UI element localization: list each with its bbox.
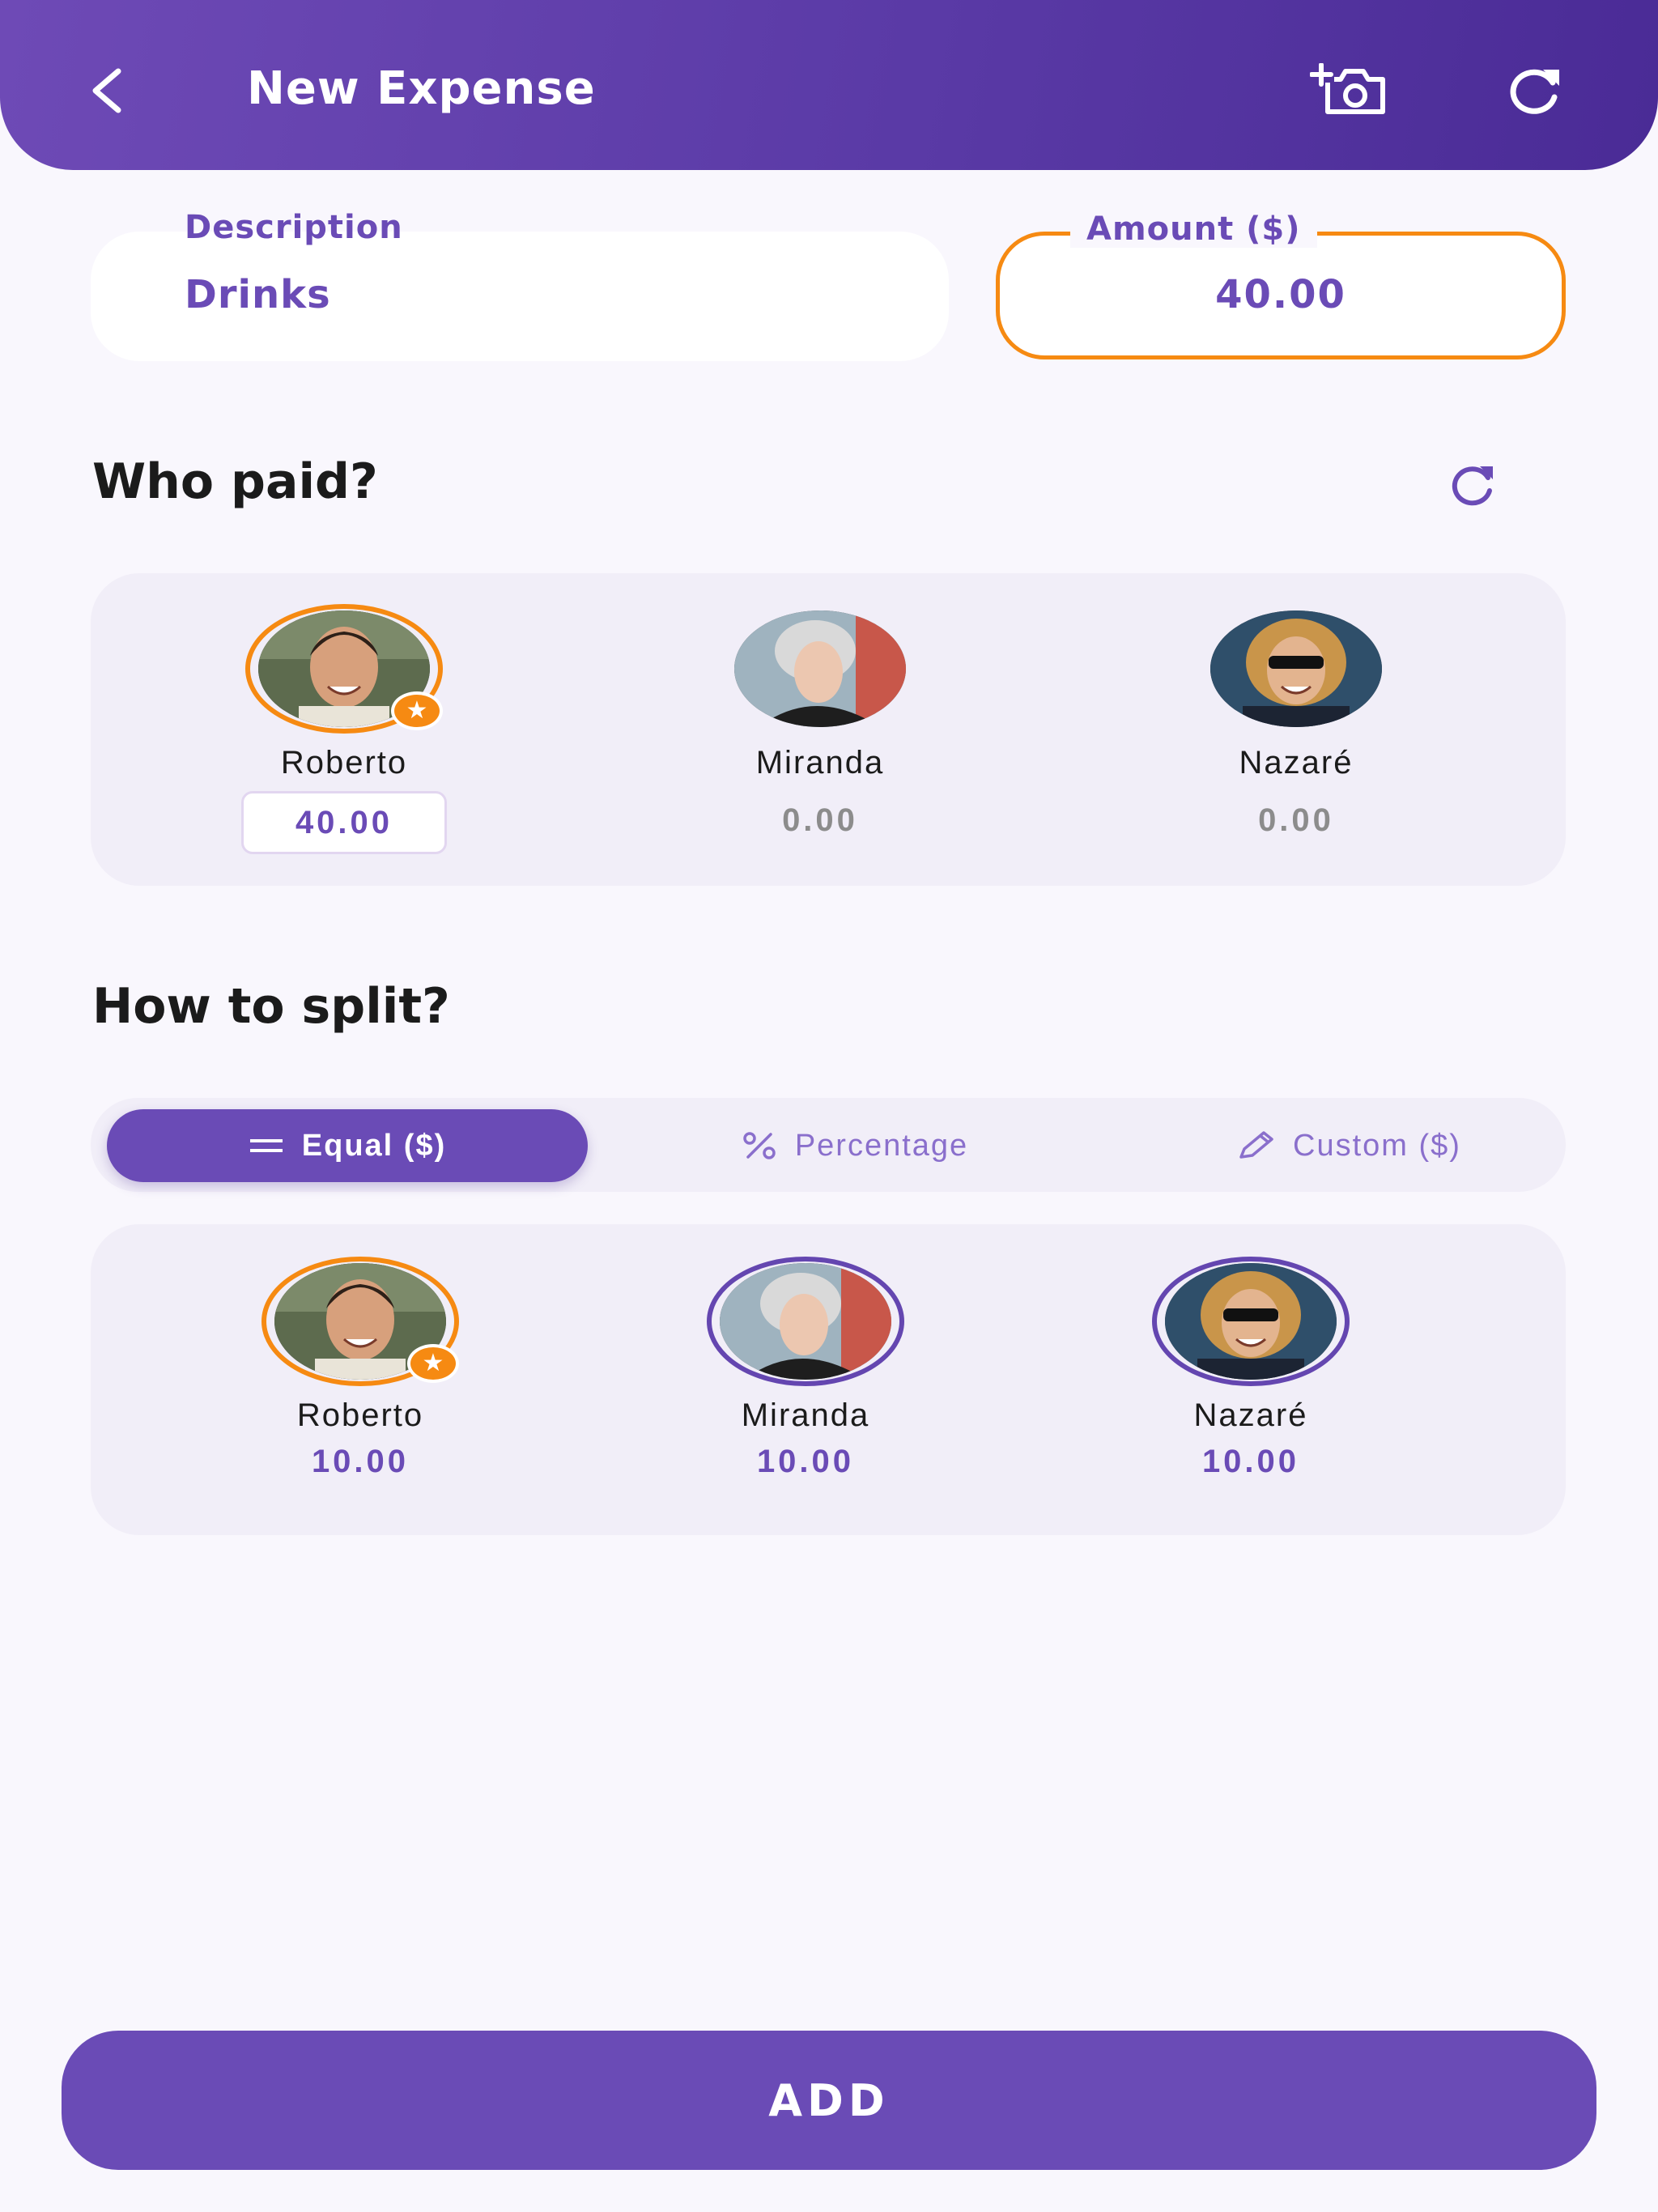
- payer-name: Miranda: [755, 745, 885, 781]
- tab-label: Percentage: [794, 1128, 969, 1163]
- app-header: New Expense: [0, 0, 1658, 170]
- split-miranda[interactable]: Miranda 10.00: [644, 1257, 967, 1480]
- add-button[interactable]: ADD: [62, 2031, 1596, 2170]
- split-name: Roberto: [296, 1397, 424, 1433]
- split-mode-tabs: Equal ($) Percentage Custom ($): [91, 1098, 1566, 1192]
- avatar-ring: [721, 604, 919, 734]
- refresh-icon: [1510, 69, 1559, 114]
- tab-percentage[interactable]: Percentage: [693, 1109, 1017, 1182]
- split-amount: 10.00: [756, 1444, 855, 1479]
- avatar-ring: [707, 1257, 904, 1386]
- star-icon: ★: [391, 691, 443, 730]
- payer-amount-input[interactable]: 40.00: [241, 791, 447, 854]
- split-card: ★ Roberto 10.00 Miranda 10.00 Nazaré 10.…: [91, 1224, 1566, 1535]
- add-photo-button[interactable]: [1309, 62, 1388, 117]
- amount-input[interactable]: 40.00: [996, 272, 1566, 317]
- refresh-icon: [1452, 466, 1493, 506]
- back-button[interactable]: [81, 58, 138, 123]
- split-nazare[interactable]: Nazaré 10.00: [1089, 1257, 1413, 1480]
- payer-name: Nazaré: [1239, 745, 1354, 781]
- avatar: [1197, 604, 1395, 734]
- how-to-split-heading: How to split?: [92, 978, 450, 1035]
- amount-label: Amount ($): [1070, 211, 1317, 248]
- payer-miranda[interactable]: Miranda 0.00: [658, 604, 982, 854]
- avatar: [721, 604, 919, 734]
- split-name: Miranda: [741, 1397, 870, 1433]
- pencil-icon: [1239, 1131, 1273, 1159]
- tab-label: Equal ($): [301, 1128, 447, 1163]
- split-roberto[interactable]: ★ Roberto 10.00: [198, 1257, 522, 1480]
- avatar: [1152, 1257, 1350, 1386]
- who-paid-heading: Who paid?: [92, 453, 378, 510]
- page-title: New Expense: [247, 62, 596, 115]
- refresh-button[interactable]: [1506, 65, 1564, 115]
- split-name: Nazaré: [1193, 1397, 1308, 1433]
- tab-label: Custom ($): [1293, 1128, 1461, 1163]
- split-amount: 10.00: [1201, 1444, 1300, 1479]
- add-photo-icon: [1309, 62, 1385, 114]
- description-input[interactable]: Drinks: [185, 272, 331, 317]
- equals-icon: [249, 1139, 283, 1152]
- avatar-ring: [1197, 604, 1395, 734]
- split-amount: 10.00: [311, 1444, 410, 1479]
- percent-icon: [743, 1132, 776, 1159]
- description-label: Description: [185, 209, 403, 246]
- star-icon: ★: [407, 1344, 459, 1383]
- reset-payers-button[interactable]: [1448, 462, 1498, 507]
- payer-name: Roberto: [280, 745, 408, 781]
- tab-equal[interactable]: Equal ($): [107, 1109, 588, 1182]
- avatar: ★: [245, 604, 443, 734]
- avatar-ring: [1152, 1257, 1350, 1386]
- chevron-left-icon: [92, 68, 121, 113]
- payer-roberto[interactable]: ★ Roberto 40.00: [182, 604, 506, 854]
- tab-custom[interactable]: Custom ($): [1171, 1109, 1527, 1182]
- avatar: [707, 1257, 904, 1386]
- payer-amount[interactable]: 0.00: [658, 791, 982, 854]
- payers-card: ★ Roberto 40.00 Miranda 0.00 Nazaré 0.00: [91, 573, 1566, 886]
- payer-amount[interactable]: 0.00: [1134, 791, 1458, 854]
- avatar: ★: [261, 1257, 459, 1386]
- payer-nazare[interactable]: Nazaré 0.00: [1134, 604, 1458, 854]
